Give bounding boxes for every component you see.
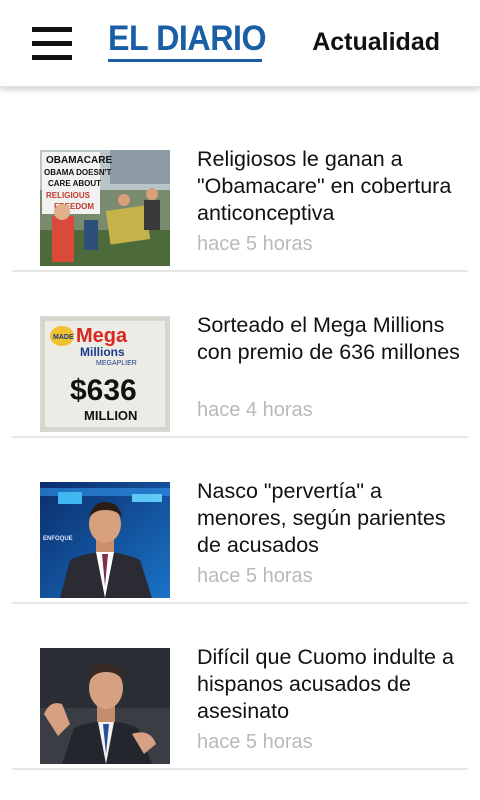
article-item[interactable]: ENFOQUE Nasco "pervertía" a menores, seg…	[0, 438, 480, 604]
sign-text: Millions	[80, 345, 125, 359]
article-title[interactable]: Nasco "pervertía" a menores, según parie…	[197, 478, 467, 559]
sign-text: $636	[70, 374, 137, 407]
article-title[interactable]: Religiosos le ganan a "Obamacare" en cob…	[197, 146, 467, 227]
sign-text: MEGAPLIER	[96, 360, 137, 367]
article-timestamp: hace 5 horas	[197, 233, 313, 255]
logo-underline	[108, 59, 262, 62]
divider	[12, 768, 468, 770]
protest-photo-thumbnail[interactable]: OBAMACARE OBAMA DOESN'T CARE ABOUT RELIG…	[40, 150, 170, 266]
article-timestamp: hace 4 horas	[197, 399, 313, 421]
article-timestamp: hace 5 horas	[197, 565, 313, 587]
article-list: OBAMACARE OBAMA DOESN'T CARE ABOUT RELIG…	[0, 106, 480, 770]
article-timestamp: hace 5 horas	[197, 731, 313, 753]
politician-photo-thumbnail[interactable]	[40, 648, 170, 764]
lottery-sign-photo-thumbnail[interactable]: MADE Mega Millions MEGAPLIER $636 MILLIO…	[40, 316, 170, 432]
sign-text: OBAMACARE	[46, 155, 112, 166]
news-anchor-photo-thumbnail[interactable]: ENFOQUE	[40, 482, 170, 598]
app-header: EL DIARIO Actualidad	[0, 0, 480, 87]
sign-text: CARE ABOUT	[48, 179, 101, 188]
sign-text: Mega	[76, 325, 128, 347]
section-title: Actualidad	[312, 28, 440, 56]
sign-text: RELIGIOUS	[46, 191, 91, 200]
article-item[interactable]: MADE Mega Millions MEGAPLIER $636 MILLIO…	[0, 272, 480, 438]
sign-text: MADE	[53, 334, 74, 341]
article-title[interactable]: Sorteado el Mega Millions con premio de …	[197, 312, 467, 366]
article-title[interactable]: Difícil que Cuomo indulte a hispanos acu…	[197, 644, 467, 725]
sign-text: ENFOQUE	[43, 536, 73, 542]
sign-text: MILLION	[84, 408, 137, 423]
logo[interactable]: EL DIARIO	[108, 20, 280, 64]
article-item[interactable]: Difícil que Cuomo indulte a hispanos acu…	[0, 604, 480, 770]
sign-text: OBAMA DOESN'T	[44, 168, 111, 177]
article-item[interactable]: OBAMACARE OBAMA DOESN'T CARE ABOUT RELIG…	[0, 106, 480, 272]
logo-text: EL DIARIO	[108, 19, 267, 58]
hamburger-menu-icon[interactable]	[32, 27, 72, 61]
